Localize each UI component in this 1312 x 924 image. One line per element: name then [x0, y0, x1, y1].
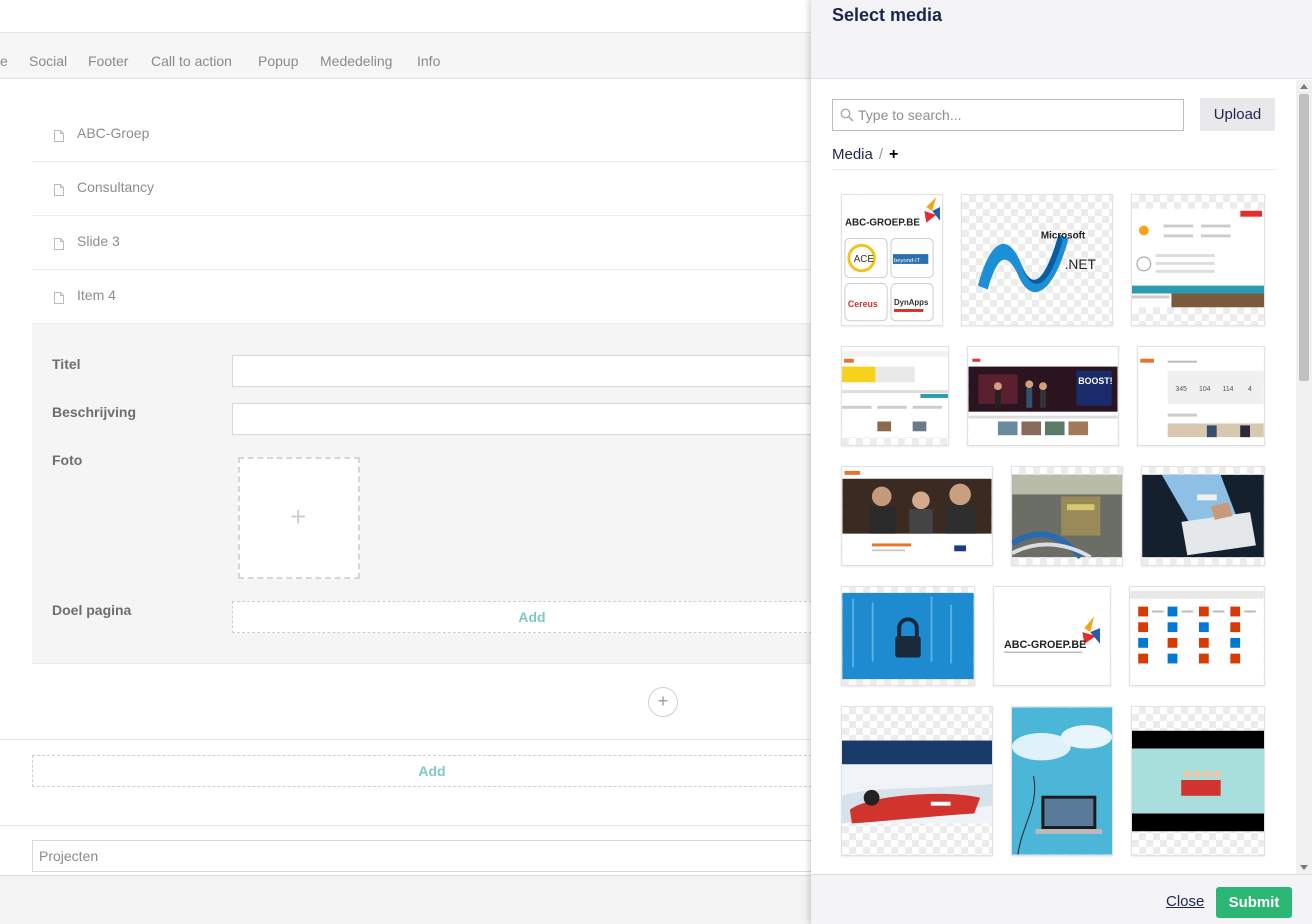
media-item-padlock[interactable]	[841, 586, 975, 686]
office-apps-image	[1130, 587, 1264, 685]
media-item-laptop-business[interactable]	[1141, 466, 1265, 566]
svg-text:.NET: .NET	[1065, 257, 1097, 272]
item-editor: Titel Beschrijving Foto + Doel pagina Ad…	[32, 324, 832, 664]
upload-button[interactable]: Upload	[1200, 98, 1275, 131]
panel-header: Select media	[811, 0, 1312, 79]
list-item[interactable]: Slide 3	[32, 216, 832, 270]
document-icon	[54, 292, 64, 304]
plus-icon: +	[290, 501, 307, 532]
add-block-button[interactable]: Add	[32, 755, 832, 787]
doel-pagina-add-button[interactable]: Add	[232, 601, 832, 633]
breadcrumb-media[interactable]: Media	[832, 146, 873, 163]
tab-popup[interactable]: Popup	[258, 53, 298, 69]
media-item-bobsleigh[interactable]	[841, 706, 993, 856]
search-box[interactable]	[832, 99, 1184, 131]
titel-label: Titel	[52, 356, 81, 372]
website-screenshot-image: 345 104 114 4	[1138, 347, 1264, 445]
scroll-down-icon[interactable]	[1300, 865, 1308, 870]
beschrijving-input[interactable]	[232, 403, 832, 435]
svg-text:beyond-IT: beyond-IT	[894, 258, 921, 264]
media-item-figurines[interactable]	[1131, 706, 1265, 856]
select-media-panel: Select media Upload Media / + ABC-GROEP.BE…	[811, 0, 1312, 924]
foto-label: Foto	[52, 452, 83, 468]
list-item[interactable]: Item 4	[32, 270, 832, 324]
dotnet-logo-image: Microsoft .NET	[977, 230, 1097, 293]
list-item-label: ABC-Groep	[77, 125, 150, 141]
media-item-website-students[interactable]	[841, 466, 993, 566]
media-item-abc-groep-logo[interactable]: ABC-GROEP.BE	[993, 586, 1111, 686]
editor-footer	[0, 875, 900, 924]
tab-call-to-action[interactable]: Call to action	[151, 53, 232, 69]
divider	[0, 739, 900, 740]
tab-info[interactable]: Info	[417, 53, 440, 69]
abc-groep-logo-image: ABC-GROEP.BE ACE beyond-IT Cereus DynApp…	[842, 195, 942, 325]
list-item-label: Item 4	[77, 287, 116, 303]
scrollbar-thumb[interactable]	[1299, 94, 1309, 381]
svg-text:Cereus: Cereus	[848, 299, 878, 309]
top-field[interactable]	[0, 0, 900, 33]
list-item[interactable]: Consultancy	[32, 162, 832, 216]
media-item-laptop-sky[interactable]	[1011, 706, 1113, 856]
list-item-label: Slide 3	[77, 233, 120, 249]
figurines-image	[1132, 730, 1264, 832]
add-item-button[interactable]: +	[648, 687, 678, 717]
list-item[interactable]: ABC-Groep	[32, 108, 832, 162]
media-item-dotnet-logo[interactable]: Microsoft .NET	[961, 194, 1113, 326]
search-input[interactable]	[858, 105, 1178, 125]
submit-button[interactable]: Submit	[1216, 887, 1292, 918]
breadcrumb: Media / +	[832, 146, 1277, 170]
media-item-abc-groep-partners[interactable]: ABC-GROEP.BE ACE beyond-IT Cereus DynApp…	[841, 194, 943, 326]
media-scrollbar[interactable]	[1296, 80, 1312, 874]
media-item-website-screenshot[interactable]: 345 104 114 4	[1137, 346, 1265, 446]
projecten-field[interactable]: Projecten	[32, 840, 832, 872]
svg-text:ACE: ACE	[854, 254, 875, 265]
document-icon	[54, 184, 64, 196]
divider	[0, 825, 900, 826]
titel-input[interactable]	[232, 355, 832, 387]
photo-picker[interactable]: +	[238, 457, 360, 579]
server-cables-image	[1012, 474, 1122, 560]
tab-footer[interactable]: Footer	[88, 53, 128, 69]
media-grid: ABC-GROEP.BE ACE beyond-IT Cereus DynApp…	[811, 180, 1296, 874]
doel-pagina-label: Doel pagina	[52, 602, 132, 618]
document-icon	[54, 130, 64, 142]
svg-text:Microsoft: Microsoft	[1041, 230, 1086, 241]
media-item-office-apps[interactable]	[1129, 586, 1265, 686]
media-item-server-cables[interactable]	[1011, 466, 1123, 566]
svg-text:4: 4	[1248, 386, 1252, 393]
svg-text:ABC-GROEP.BE: ABC-GROEP.BE	[845, 218, 920, 229]
boost-event-image: BOOST!	[968, 347, 1118, 445]
search-icon	[840, 108, 854, 122]
add-folder-icon[interactable]: +	[889, 146, 898, 163]
bobsleigh-image	[842, 740, 992, 824]
svg-text:345: 345	[1176, 386, 1188, 393]
padlock-image	[842, 592, 974, 680]
tab-social[interactable]: Social	[29, 53, 67, 69]
laptop-sky-image	[1012, 707, 1112, 855]
tab-mededeling[interactable]: Mededeling	[320, 53, 392, 69]
svg-text:ABC-GROEP.BE: ABC-GROEP.BE	[1004, 639, 1086, 651]
media-item-website-screenshot[interactable]	[841, 346, 949, 446]
beschrijving-label: Beschrijving	[52, 404, 137, 420]
website-screenshot-image	[842, 347, 948, 438]
students-website-image	[842, 467, 992, 565]
svg-text:BOOST!: BOOST!	[1078, 376, 1112, 386]
media-item-website-screenshot[interactable]	[1131, 194, 1265, 326]
document-icon	[54, 238, 64, 250]
laptop-business-image	[1142, 474, 1264, 558]
breadcrumb-separator: /	[878, 146, 884, 163]
svg-text:114: 114	[1223, 386, 1234, 393]
tab-bar: e Social Footer Call to action Popup Med…	[0, 33, 900, 79]
panel-footer: Close Submit	[811, 874, 1312, 924]
tab-partial[interactable]: e	[0, 53, 8, 69]
media-item-boost-event[interactable]: BOOST!	[967, 346, 1119, 446]
scroll-up-icon[interactable]	[1300, 84, 1308, 89]
list-item-label: Consultancy	[77, 179, 155, 195]
svg-text:104: 104	[1199, 386, 1211, 393]
svg-text:DynApps: DynApps	[894, 298, 929, 307]
panel-title: Select media	[832, 5, 943, 25]
website-screenshot-image	[1132, 208, 1264, 308]
close-link[interactable]: Close	[1166, 893, 1204, 910]
abc-groep-logo-image: ABC-GROEP.BE	[994, 587, 1110, 685]
